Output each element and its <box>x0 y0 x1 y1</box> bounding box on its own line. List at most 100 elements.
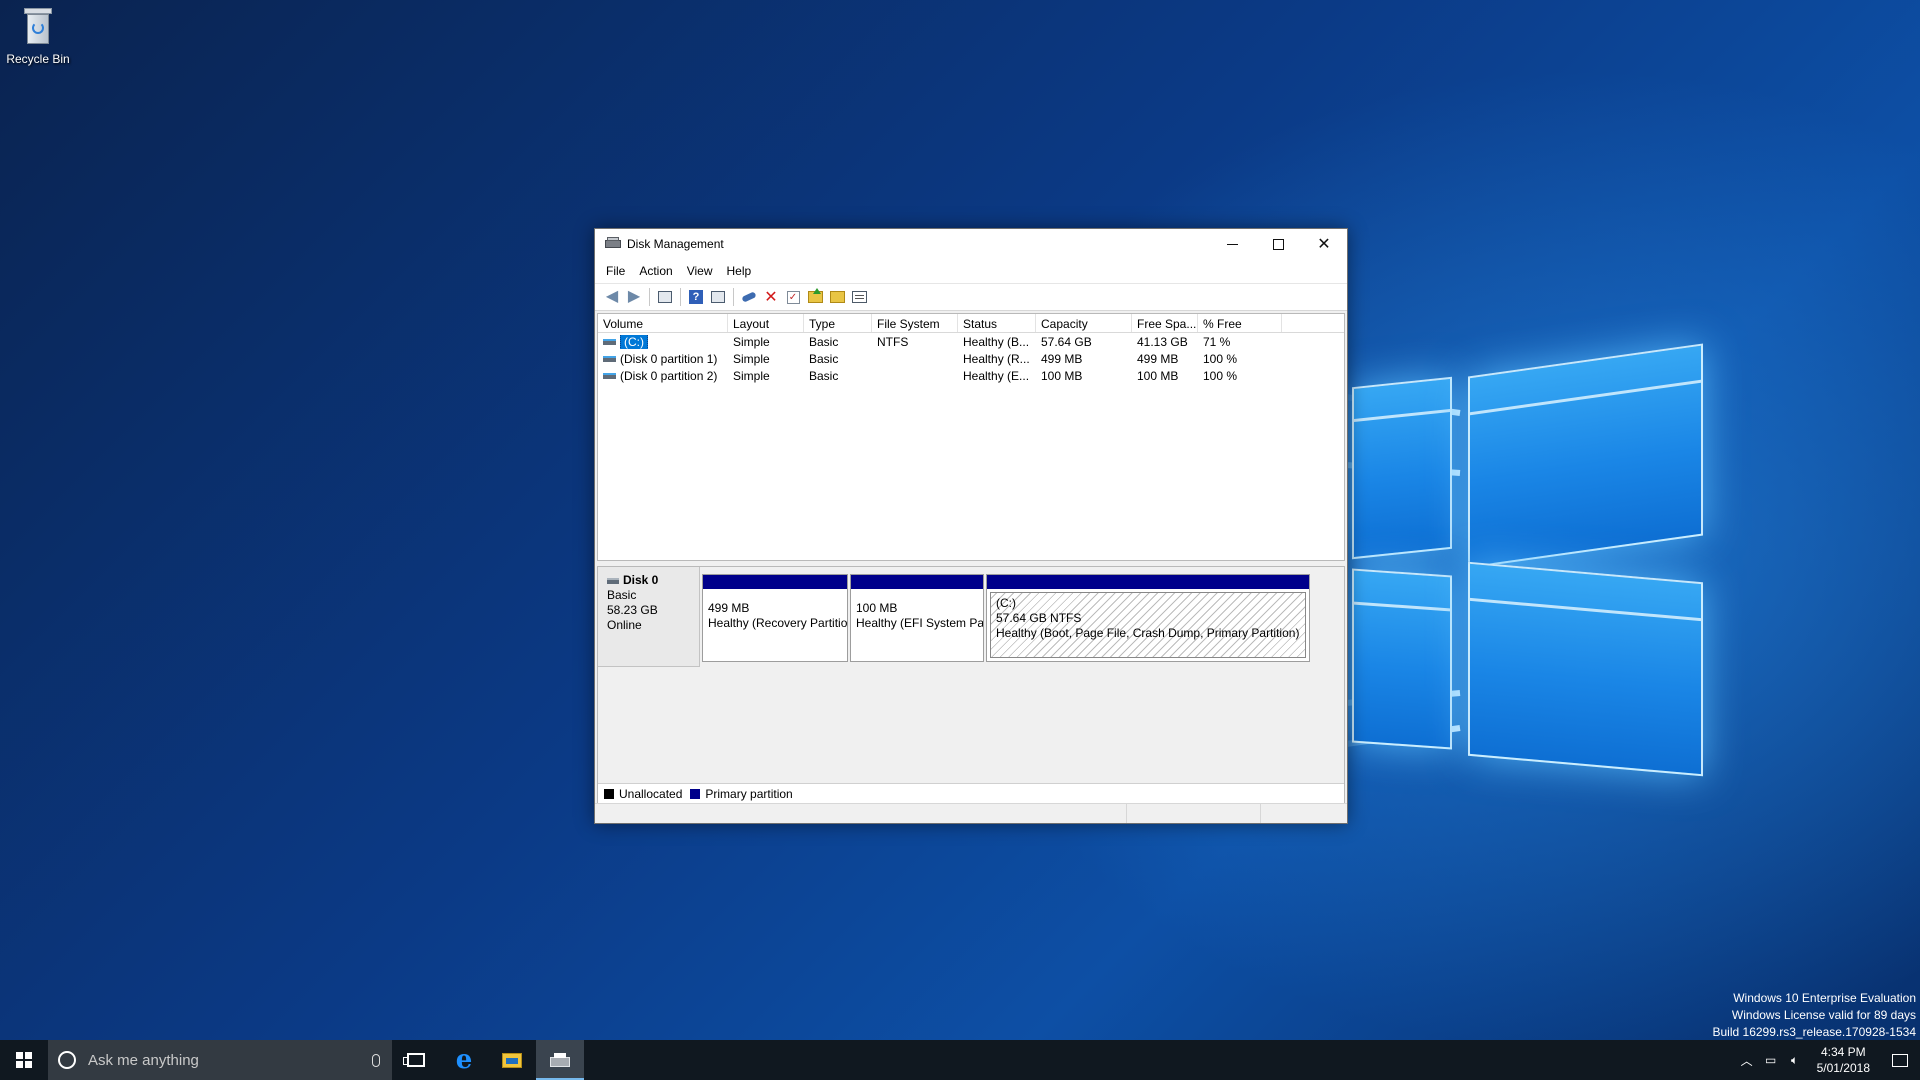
volume-capacity: 57.64 GB <box>1041 334 1092 349</box>
primary-partition-bar <box>703 575 847 589</box>
selected-partition-hatch: (C:) 57.64 GB NTFS Healthy (Boot, Page F… <box>990 592 1306 658</box>
delete-button[interactable]: ✕ <box>760 286 782 308</box>
watermark-line: Windows 10 Enterprise Evaluation <box>1733 991 1916 1005</box>
volume-name: (Disk 0 partition 2) <box>620 368 718 383</box>
menu-view[interactable]: View <box>680 264 720 278</box>
volume-row[interactable]: (Disk 0 partition 1) Simple Basic Health… <box>598 350 1344 367</box>
volume-row[interactable]: (Disk 0 partition 2) Simple Basic Health… <box>598 367 1344 384</box>
volume-list[interactable]: Volume Layout Type File System Status Ca… <box>597 313 1345 561</box>
partition-status: Healthy (EFI System Pa <box>856 616 983 630</box>
rescan-button[interactable] <box>826 286 848 308</box>
column-header-volume[interactable]: Volume <box>598 314 728 332</box>
close-icon: ✕ <box>1317 236 1331 253</box>
recycle-bin-label: Recycle Bin <box>6 52 70 66</box>
volume-button[interactable]: 🔈︎ <box>1783 1053 1807 1068</box>
unallocated-swatch <box>604 788 614 799</box>
forward-arrow-icon: ▶ <box>627 288 641 305</box>
column-header-file-system[interactable]: File System <box>872 314 958 332</box>
legend-label: Unallocated <box>619 786 683 801</box>
import-button[interactable] <box>804 286 826 308</box>
menu-file[interactable]: File <box>599 264 632 278</box>
help-button[interactable]: ? <box>685 286 707 308</box>
edge-icon: e <box>455 1045 473 1075</box>
primary-partition-bar <box>987 575 1309 589</box>
delete-icon: ✕ <box>764 289 778 306</box>
column-header-layout[interactable]: Layout <box>728 314 804 332</box>
partition-c-drive[interactable]: (C:) 57.64 GB NTFS Healthy (Boot, Page F… <box>986 574 1310 662</box>
import-icon <box>807 288 823 303</box>
partition-efi[interactable]: 100 MB Healthy (EFI System Pa <box>850 574 984 662</box>
watermark-line: Build 16299.rs3_release.170928-1534 <box>1712 1025 1917 1039</box>
show-hide-console-tree-button[interactable] <box>654 286 676 308</box>
network-button[interactable]: ▭ <box>1759 1053 1783 1067</box>
file-explorer-taskbar-button[interactable] <box>488 1040 536 1080</box>
window-title: Disk Management <box>627 237 724 251</box>
disk-icon <box>607 577 619 584</box>
partition-recovery[interactable]: 499 MB Healthy (Recovery Partition) <box>702 574 848 662</box>
start-button[interactable] <box>0 1040 48 1080</box>
chevron-up-icon: ︿ <box>1740 1053 1753 1068</box>
volume-capacity: 499 MB <box>1041 351 1083 366</box>
search-box[interactable]: Ask me anything <box>48 1040 392 1080</box>
console-tree-icon <box>658 291 672 303</box>
disk-management-taskbar-button[interactable] <box>536 1040 584 1080</box>
column-header-type[interactable]: Type <box>804 314 872 332</box>
partition-drive-letter: (C:) <box>996 596 1016 610</box>
partition-size: 100 MB <box>856 601 898 615</box>
minimize-button[interactable] <box>1209 229 1255 259</box>
volume-free-space: 100 MB <box>1137 368 1179 383</box>
volume-type: Basic <box>809 351 839 366</box>
status-bar-section <box>1261 804 1347 823</box>
search-placeholder: Ask me anything <box>88 1051 199 1069</box>
recycle-bin-shortcut[interactable]: Recycle Bin <box>4 6 72 66</box>
volume-name: (C:) <box>620 334 648 349</box>
legend-unallocated: Unallocated <box>604 787 682 801</box>
show-hidden-icons-button[interactable]: ︿ <box>1735 1052 1759 1069</box>
volume-icon <box>603 356 616 363</box>
volume-icon <box>603 373 616 380</box>
action-center-button[interactable] <box>1880 1053 1920 1067</box>
microphone-icon[interactable] <box>372 1053 380 1067</box>
volume-free-space: 41.13 GB <box>1137 334 1188 349</box>
disk-management-icon <box>605 237 621 251</box>
connect-button[interactable] <box>738 286 760 308</box>
network-icon: ▭ <box>1764 1053 1777 1067</box>
forward-button[interactable]: ▶ <box>623 286 645 308</box>
task-view-button[interactable] <box>392 1040 440 1080</box>
column-header-capacity[interactable]: Capacity <box>1036 314 1132 332</box>
close-button[interactable]: ✕ <box>1301 229 1347 259</box>
status-bar <box>595 803 1347 823</box>
disk-graphical-view: Disk 0 Basic 58.23 GB Online 499 MB Heal… <box>597 566 1345 804</box>
title-bar[interactable]: Disk Management ✕ <box>595 229 1347 259</box>
clock[interactable]: 4:34 PM 5/01/2018 <box>1807 1044 1880 1076</box>
check-button[interactable]: ✓ <box>782 286 804 308</box>
connect-icon <box>741 291 757 303</box>
volume-free-space: 499 MB <box>1137 351 1179 366</box>
column-header-status[interactable]: Status <box>958 314 1036 332</box>
menu-action[interactable]: Action <box>632 264 679 278</box>
clock-date: 5/01/2018 <box>1816 1061 1870 1075</box>
column-header-free-space[interactable]: Free Spa... <box>1132 314 1198 332</box>
properties-icon <box>851 291 867 303</box>
volume-status: Healthy (B... <box>963 334 1030 349</box>
volume-file-system: NTFS <box>877 334 909 349</box>
system-tray: ︿ ▭ 🔈︎ 4:34 PM 5/01/2018 <box>1735 1040 1920 1080</box>
volume-row[interactable]: (C:) Simple Basic NTFS Healthy (B... 57.… <box>598 333 1344 350</box>
task-view-icon <box>403 1053 425 1067</box>
windows-logo-icon <box>16 1052 32 1068</box>
partition-status: Healthy (Boot, Page File, Crash Dump, Pr… <box>996 626 1300 640</box>
properties-view-button[interactable] <box>707 286 729 308</box>
legend: Unallocated Primary partition <box>598 783 1344 803</box>
properties-button[interactable] <box>848 286 870 308</box>
disk-0-label[interactable]: Disk 0 Basic 58.23 GB Online <box>598 567 700 667</box>
menu-help[interactable]: Help <box>720 264 759 278</box>
legend-primary-partition: Primary partition <box>690 787 793 801</box>
toolbar-separator <box>733 288 734 306</box>
maximize-button[interactable] <box>1255 229 1301 259</box>
volume-type: Basic <box>809 368 839 383</box>
edge-taskbar-button[interactable]: e <box>440 1040 488 1080</box>
partition-size: 57.64 GB NTFS <box>996 611 1082 625</box>
back-button[interactable]: ◀ <box>601 286 623 308</box>
check-icon: ✓ <box>786 290 800 304</box>
column-header-percent-free[interactable]: % Free <box>1198 314 1282 332</box>
